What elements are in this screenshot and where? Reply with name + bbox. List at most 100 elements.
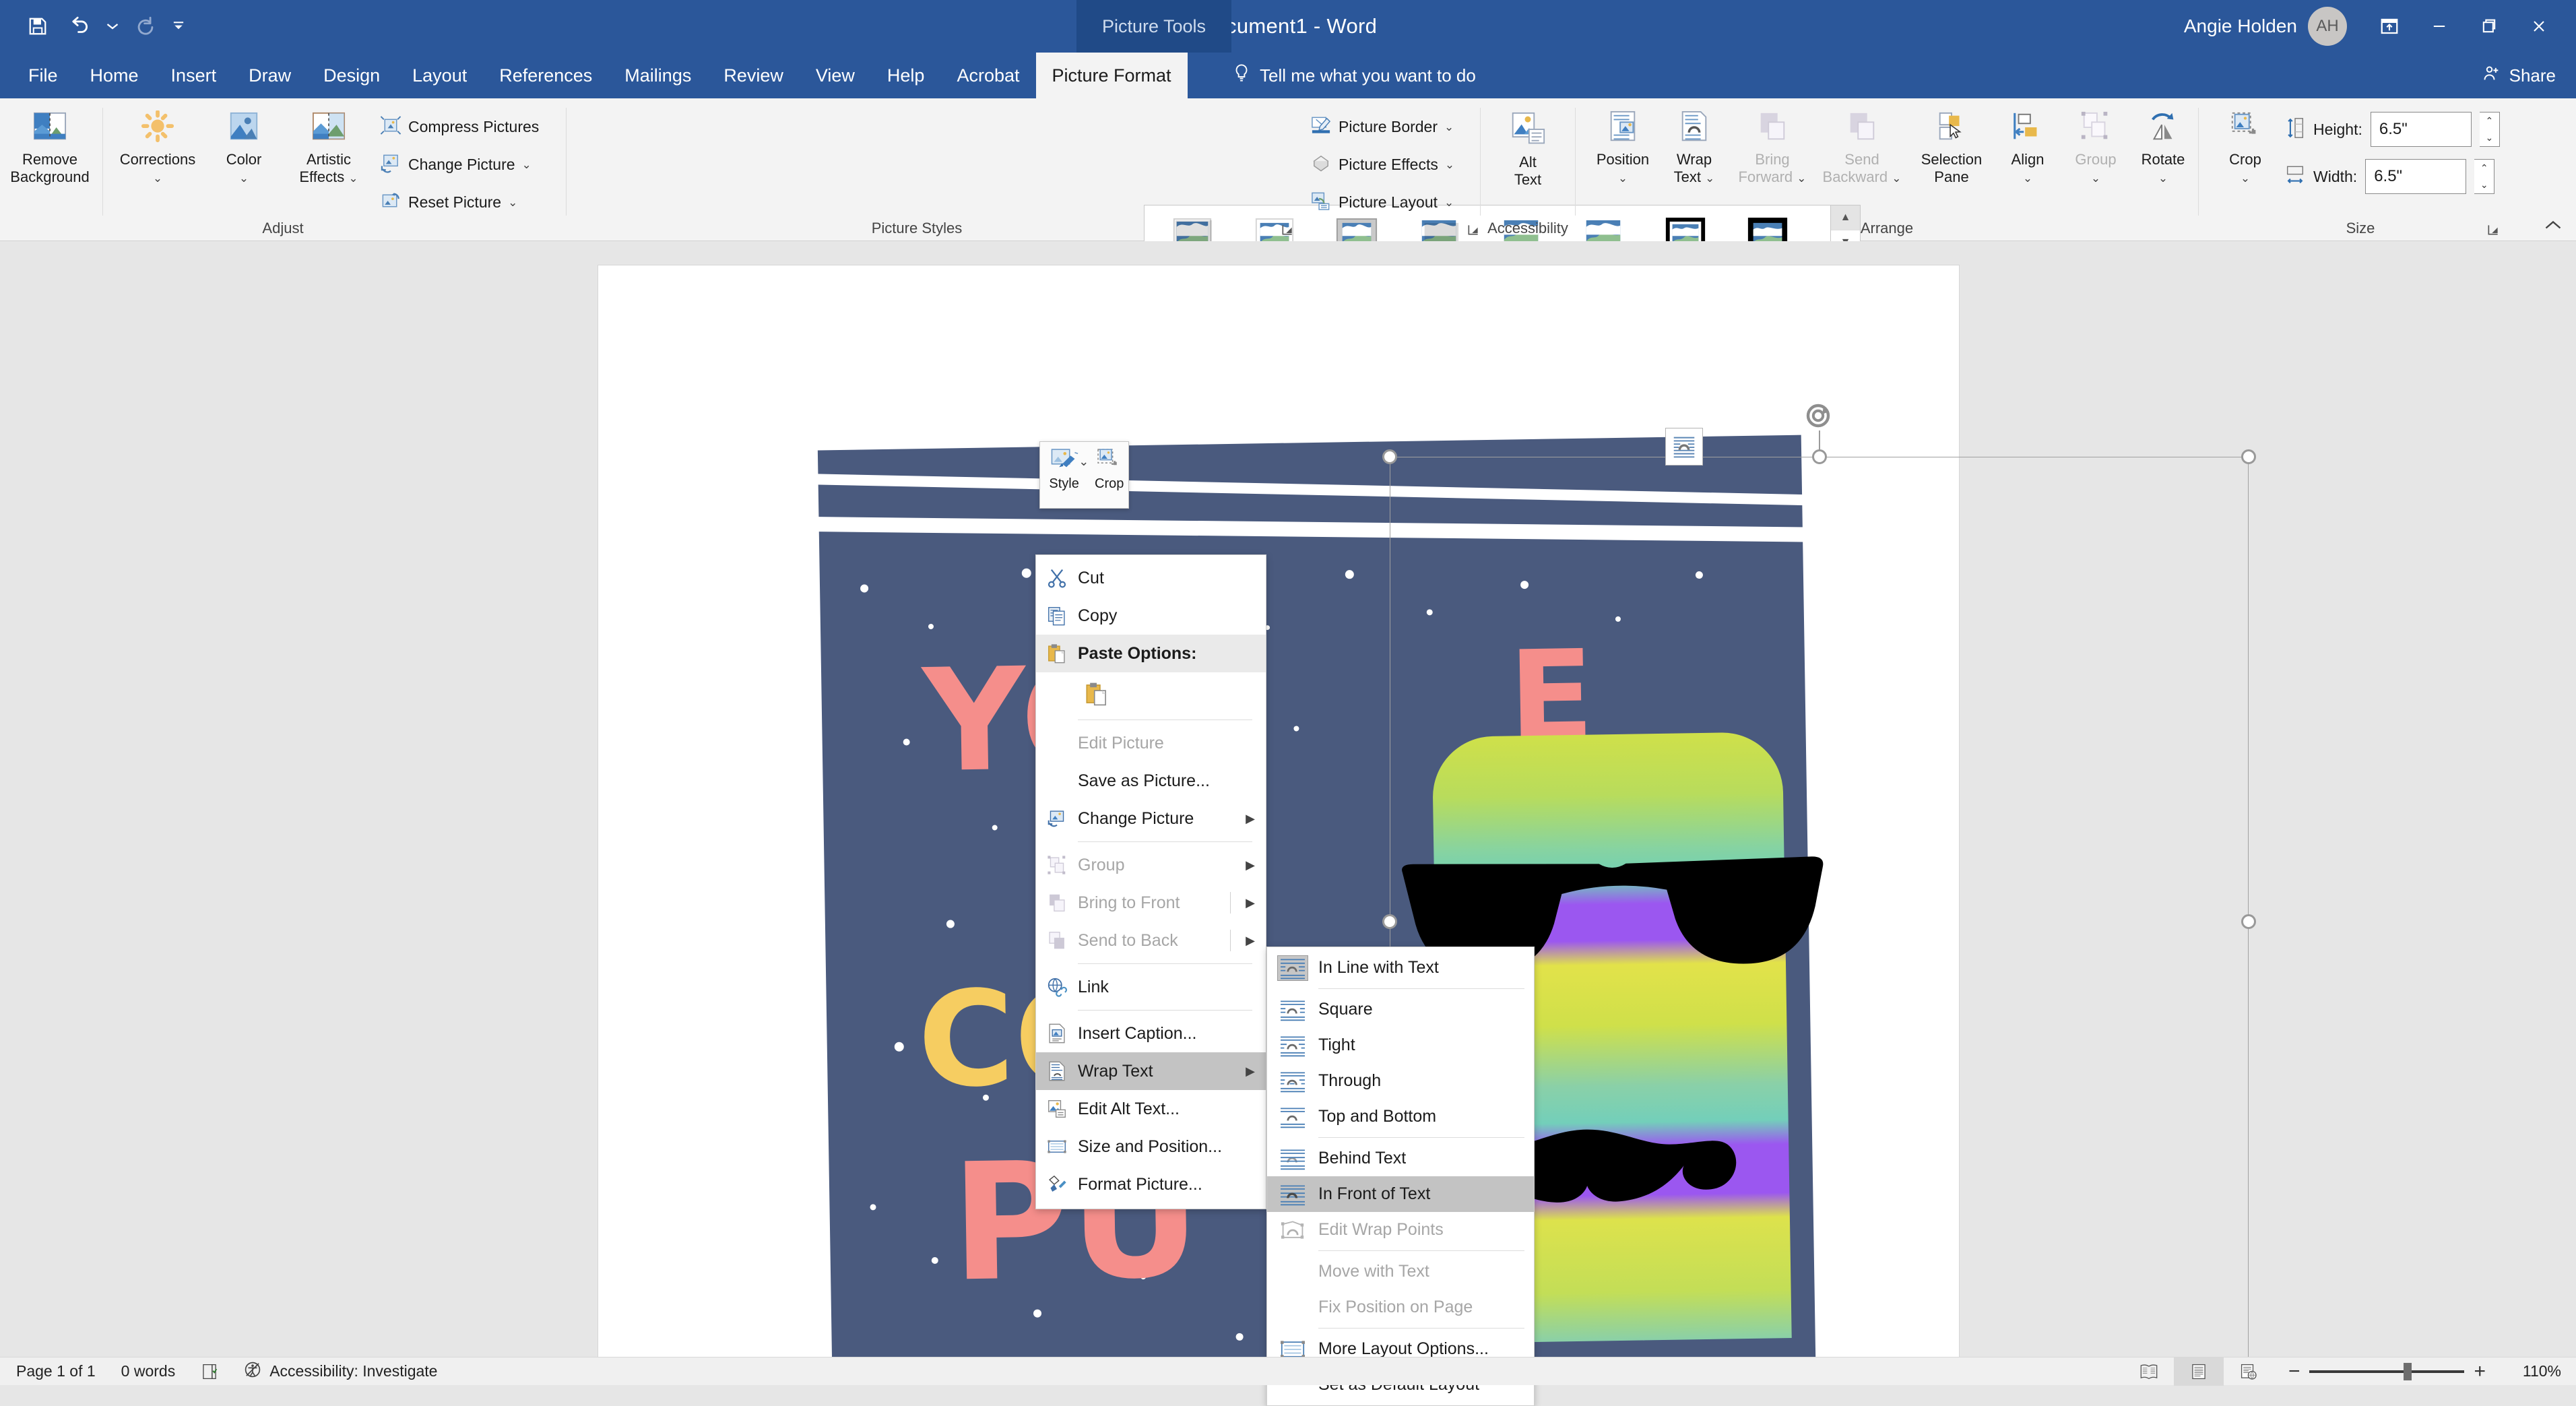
wrap-submenu-item-behind-text[interactable]: Behind Text	[1267, 1141, 1534, 1176]
height-up-icon[interactable]: ⌃	[2480, 113, 2499, 129]
corrections-button[interactable]: Corrections ⌄	[115, 108, 201, 189]
tab-review[interactable]: Review	[707, 53, 800, 98]
wrap-submenu-item-edit-wrap-points[interactable]: Edit Wrap Points	[1267, 1212, 1534, 1248]
view-print-layout-icon[interactable]	[2173, 1357, 2224, 1386]
compress-pictures-button[interactable]: Compress Pictures	[376, 113, 543, 141]
send-backward-button[interactable]: Send Backward ⌄	[1817, 108, 1907, 189]
accessibility-status[interactable]: Accessibility: Investigate	[244, 1361, 437, 1382]
picture-context-menu[interactable]: Cut Copy Paste Options: Edit Picture Sav…	[1035, 554, 1266, 1209]
context-menu-item-insert-caption[interactable]: Insert Caption...	[1036, 1015, 1266, 1052]
context-menu-item-save-as-picture[interactable]: Save as Picture...	[1036, 762, 1266, 800]
picture-layout-button[interactable]: Picture Layout ⌄	[1306, 189, 1458, 216]
mini-toolbar-crop-button[interactable]: Crop	[1090, 445, 1128, 494]
wrap-submenu-item-top-and-bottom[interactable]: Top and Bottom	[1267, 1099, 1534, 1135]
change-picture-button[interactable]: Change Picture ⌄	[376, 151, 536, 179]
mini-toolbar-style-button[interactable]: Style	[1040, 445, 1088, 494]
mini-toolbar[interactable]: Style ⌄ Crop	[1039, 441, 1129, 509]
context-menu-item-bring-to-front[interactable]: Bring to Front ▶	[1036, 884, 1266, 922]
context-menu-item-send-to-back[interactable]: Send to Back ▶	[1036, 922, 1266, 959]
view-web-layout-icon[interactable]	[2224, 1357, 2274, 1386]
redo-icon[interactable]	[128, 9, 163, 44]
paste-chip-keep-source-formatting[interactable]	[1078, 675, 1116, 713]
context-menu-item-format-picture[interactable]: Format Picture...	[1036, 1165, 1266, 1203]
zoom-out-minus-icon[interactable]: −	[2288, 1360, 2300, 1383]
tab-mailings[interactable]: Mailings	[608, 53, 707, 98]
tab-draw[interactable]: Draw	[232, 53, 307, 98]
chevron-down-icon[interactable]: ⌄	[522, 159, 532, 170]
wrap-text-button[interactable]: Wrap Text ⌄	[1659, 108, 1729, 189]
height-down-icon[interactable]: ⌄	[2480, 129, 2499, 146]
size-dialog-launcher[interactable]	[2484, 221, 2502, 238]
chevron-down-icon[interactable]: ⌄	[508, 197, 517, 208]
remove-background-button[interactable]: Remove Background	[10, 108, 90, 189]
context-menu-item-wrap-text[interactable]: Wrap Text ▶	[1036, 1052, 1266, 1090]
proofing-icon[interactable]	[201, 1363, 218, 1380]
wrap-text-submenu[interactable]: In Line with Text Square Tight Through T…	[1266, 947, 1535, 1406]
context-menu-item-link[interactable]: Link	[1036, 968, 1266, 1006]
close-icon[interactable]	[2514, 0, 2564, 53]
wrap-submenu-item-move-with-text[interactable]: Move with Text	[1267, 1254, 1534, 1289]
zoom-in-plus-icon[interactable]: +	[2474, 1360, 2486, 1383]
height-input[interactable]: 6.5"	[2370, 112, 2472, 147]
crop-button[interactable]: Crop ⌄	[2214, 108, 2277, 189]
tab-home[interactable]: Home	[74, 53, 155, 98]
tab-acrobat[interactable]: Acrobat	[940, 53, 1035, 98]
zoom-slider-thumb[interactable]	[2404, 1362, 2412, 1380]
tab-view[interactable]: View	[800, 53, 871, 98]
tab-file[interactable]: File	[12, 53, 74, 98]
ribbon-display-options-icon[interactable]	[2364, 0, 2414, 53]
rotate-button[interactable]: Rotate ⌄	[2131, 108, 2195, 189]
reset-picture-button[interactable]: Reset Picture ⌄	[376, 189, 521, 216]
context-menu-item-group[interactable]: Group ▶	[1036, 846, 1266, 884]
bring-forward-button[interactable]: Bring Forward ⌄	[1731, 108, 1814, 189]
chevron-down-icon[interactable]: ⌄	[1444, 121, 1454, 133]
height-stepper[interactable]: ⌃ ⌄	[2479, 112, 2500, 147]
share-button[interactable]: Share	[2482, 53, 2556, 98]
alt-text-button[interactable]: Alt Text	[1491, 109, 1564, 191]
picture-effects-button[interactable]: Picture Effects ⌄	[1306, 151, 1458, 179]
tell-me-search[interactable]: Tell me what you want to do	[1233, 53, 1476, 98]
tab-layout[interactable]: Layout	[396, 53, 483, 98]
undo-dropdown-chevron-down-icon[interactable]	[104, 9, 121, 44]
context-menu-item-change-picture[interactable]: Change Picture ▶	[1036, 800, 1266, 837]
context-menu-item-edit-picture[interactable]: Edit Picture	[1036, 724, 1266, 762]
wrap-submenu-item-in-line-with-text[interactable]: In Line with Text	[1267, 950, 1534, 986]
wrap-submenu-item-in-front-of-text[interactable]: In Front of Text	[1267, 1176, 1534, 1212]
selection-pane-button[interactable]: Selection Pane	[1910, 108, 1993, 189]
width-down-icon[interactable]: ⌄	[2474, 177, 2494, 193]
tab-design[interactable]: Design	[307, 53, 396, 98]
layout-options-button[interactable]	[1665, 428, 1703, 466]
color-button[interactable]: Color ⌄	[210, 108, 278, 189]
picture-border-button[interactable]: Picture Border ⌄	[1306, 113, 1458, 141]
width-input[interactable]: 6.5"	[2365, 159, 2467, 194]
save-icon[interactable]	[20, 9, 55, 44]
align-button[interactable]: Align ⌄	[1996, 108, 2059, 189]
wrap-submenu-item-fix-position-on-page[interactable]: Fix Position on Page	[1267, 1289, 1534, 1325]
zoom-slider[interactable]	[2309, 1362, 2465, 1380]
resize-handle-ne[interactable]	[2241, 449, 2256, 464]
context-menu-item-edit-alt-text[interactable]: Edit Alt Text...	[1036, 1090, 1266, 1128]
tab-picture-format[interactable]: Picture Format	[1035, 53, 1188, 98]
page-indicator[interactable]: Page 1 of 1	[16, 1362, 96, 1380]
collapse-ribbon-chevron-up-icon[interactable]	[2540, 214, 2567, 236]
undo-icon[interactable]	[62, 9, 97, 44]
wrap-submenu-item-tight[interactable]: Tight	[1267, 1027, 1534, 1063]
wrap-submenu-item-through[interactable]: Through	[1267, 1063, 1534, 1099]
resize-handle-e[interactable]	[2241, 914, 2256, 929]
artistic-effects-button[interactable]: Artistic Effects ⌄	[286, 108, 372, 189]
avatar[interactable]: AH	[2308, 7, 2347, 46]
width-up-icon[interactable]: ⌃	[2474, 160, 2494, 177]
group-button[interactable]: Group ⌄	[2062, 108, 2129, 189]
tab-help[interactable]: Help	[871, 53, 941, 98]
context-menu-item-paste-options[interactable]: Paste Options:	[1036, 635, 1266, 672]
width-stepper[interactable]: ⌃ ⌄	[2474, 159, 2495, 194]
picture-styles-dialog-launcher[interactable]	[1279, 221, 1296, 238]
tab-insert[interactable]: Insert	[155, 53, 233, 98]
chevron-down-icon[interactable]: ⌄	[1444, 197, 1454, 208]
context-menu-item-size-and-position[interactable]: Size and Position...	[1036, 1128, 1266, 1165]
wrap-submenu-item-square[interactable]: Square	[1267, 992, 1534, 1027]
restore-icon[interactable]	[2464, 0, 2514, 53]
tab-references[interactable]: References	[483, 53, 608, 98]
chevron-down-icon[interactable]: ⌄	[1445, 159, 1454, 170]
accessibility-dialog-launcher[interactable]	[1464, 221, 1482, 238]
